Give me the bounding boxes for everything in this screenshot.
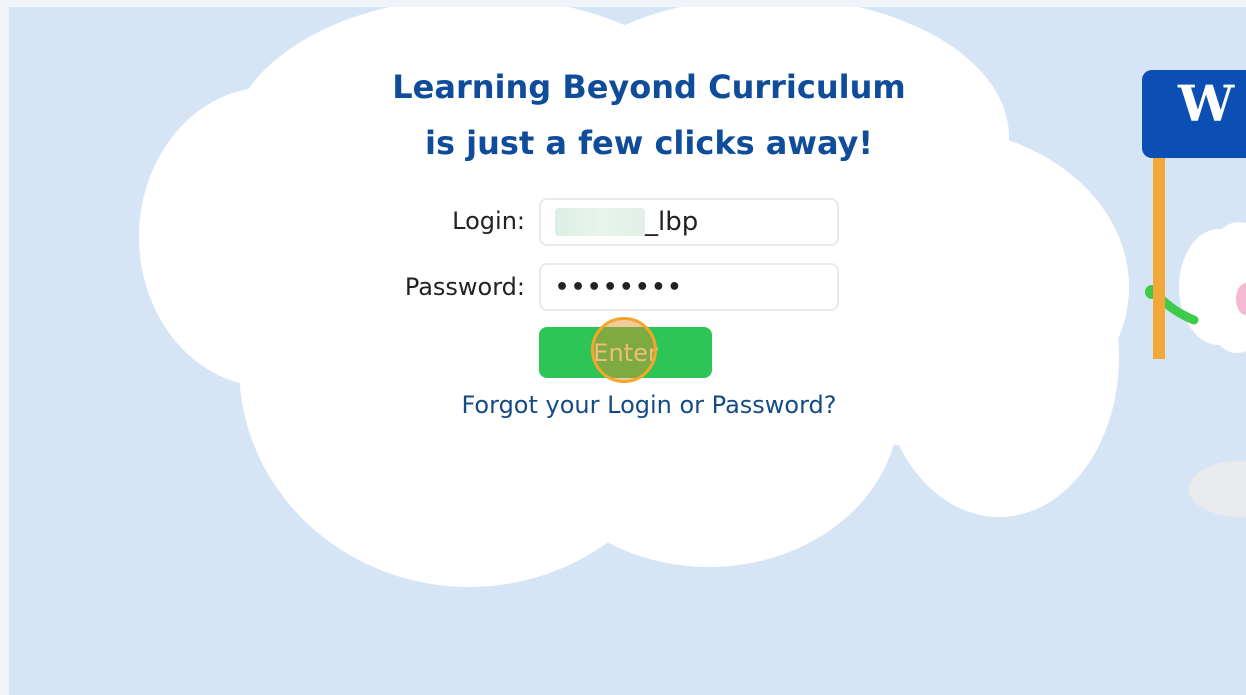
login-page: W Learning Beyond Curriculum is just a f… (9, 7, 1246, 695)
redacted-username (555, 208, 645, 236)
password-value: •••••••• (555, 274, 684, 300)
enter-button[interactable]: Enter (539, 327, 712, 378)
password-label: Password: (404, 273, 525, 301)
forgot-credentials-link[interactable]: Forgot your Login or Password? (389, 391, 909, 419)
login-label: Login: (452, 207, 525, 235)
password-input[interactable]: •••••••• (539, 263, 839, 311)
title-line-1: Learning Beyond Curriculum (392, 68, 906, 106)
login-input[interactable]: _lbp (539, 198, 839, 246)
title-line-2: is just a few clicks away! (424, 124, 873, 162)
welcome-sign: W (1142, 70, 1246, 158)
page-title: Learning Beyond Curriculum is just a few… (299, 59, 999, 171)
welcome-sign-text: W (1178, 74, 1235, 133)
sign-pole (1153, 157, 1165, 359)
login-value: _lbp (645, 207, 699, 237)
